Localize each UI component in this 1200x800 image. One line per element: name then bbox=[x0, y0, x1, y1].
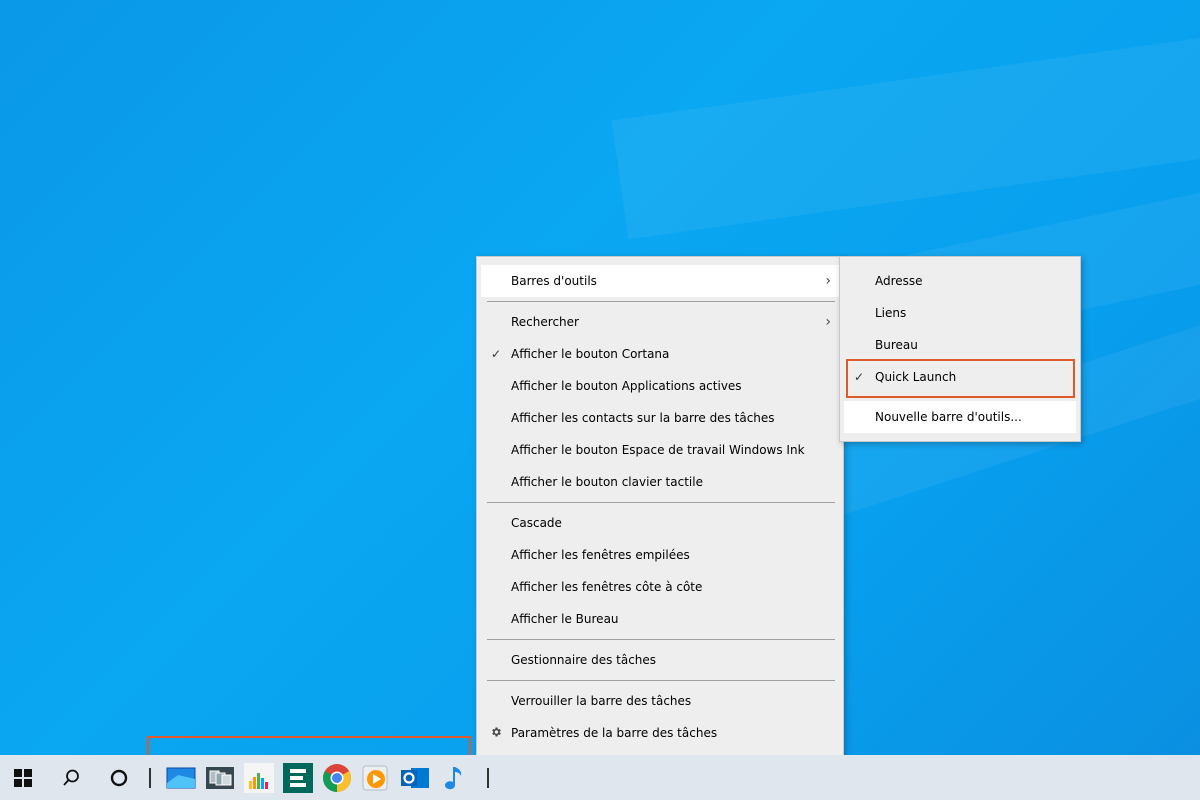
menu-item-label: Rechercher bbox=[511, 315, 579, 329]
taskbar bbox=[0, 755, 1200, 800]
menu-separator bbox=[487, 502, 835, 503]
submenu-item-desktop[interactable]: Bureau bbox=[844, 329, 1076, 361]
menu-item-side-by-side[interactable]: Afficher les fenêtres côte à côte bbox=[481, 571, 839, 603]
menu-item-search[interactable]: Rechercher › bbox=[481, 306, 839, 338]
menu-item-label: Afficher les fenêtres côte à côte bbox=[511, 580, 703, 594]
submenu-item-links[interactable]: Liens bbox=[844, 297, 1076, 329]
menu-item-label: Paramètres de la barre des tâches bbox=[511, 726, 718, 740]
menu-item-label: Gestionnaire des tâches bbox=[511, 653, 657, 667]
menu-item-show-contacts[interactable]: Afficher les contacts sur la barre des t… bbox=[481, 402, 839, 434]
chrome-icon[interactable] bbox=[322, 763, 352, 793]
e-app-icon[interactable] bbox=[283, 763, 313, 793]
submenu-item-label: Bureau bbox=[875, 338, 918, 352]
menu-separator bbox=[487, 639, 835, 640]
menu-item-label: Barres d'outils bbox=[511, 274, 597, 288]
menu-item-label: Afficher le bouton Espace de travail Win… bbox=[511, 443, 805, 457]
cortana-icon[interactable] bbox=[96, 755, 142, 800]
menu-item-label: Afficher le Bureau bbox=[511, 612, 619, 626]
chevron-right-icon: › bbox=[825, 273, 831, 289]
gear-icon bbox=[489, 726, 503, 741]
chevron-right-icon: › bbox=[825, 314, 831, 330]
menu-item-label: Afficher le bouton Cortana bbox=[511, 347, 670, 361]
taskbar-context-menu: Barres d'outils › Rechercher › ✓ Affiche… bbox=[476, 256, 844, 756]
menu-separator bbox=[487, 301, 835, 302]
show-desktop-icon[interactable] bbox=[166, 763, 196, 793]
menu-item-toolbars[interactable]: Barres d'outils › bbox=[481, 265, 839, 297]
wallpaper-light-ray bbox=[611, 0, 1200, 240]
menu-item-label: Afficher les contacts sur la barre des t… bbox=[511, 411, 775, 425]
menu-item-cascade[interactable]: Cascade bbox=[481, 507, 839, 539]
switch-windows-icon[interactable] bbox=[205, 763, 235, 793]
menu-item-show-desktop[interactable]: Afficher le Bureau bbox=[481, 603, 839, 635]
outlook-icon[interactable] bbox=[400, 763, 430, 793]
menu-item-lock-taskbar[interactable]: Verrouiller la barre des tâches bbox=[481, 685, 839, 717]
menu-item-label: Afficher le bouton Applications actives bbox=[511, 379, 742, 393]
menu-item-show-touch-keyboard[interactable]: Afficher le bouton clavier tactile bbox=[481, 466, 839, 498]
menu-item-task-manager[interactable]: Gestionnaire des tâches bbox=[481, 644, 839, 676]
menu-item-show-task-view[interactable]: Afficher le bouton Applications actives bbox=[481, 370, 839, 402]
audio-equalizer-icon[interactable] bbox=[244, 763, 274, 793]
menu-item-label: Afficher le bouton clavier tactile bbox=[511, 475, 703, 489]
media-player-icon[interactable] bbox=[361, 763, 391, 793]
menu-item-label: Verrouiller la barre des tâches bbox=[511, 694, 692, 708]
menu-item-show-windows-ink[interactable]: Afficher le bouton Espace de travail Win… bbox=[481, 434, 839, 466]
submenu-item-label: Adresse bbox=[875, 274, 923, 288]
menu-separator bbox=[487, 680, 835, 681]
menu-item-taskbar-settings[interactable]: Paramètres de la barre des tâches bbox=[481, 717, 839, 749]
submenu-item-label: Nouvelle barre d'outils... bbox=[875, 410, 1022, 424]
windows-start-icon[interactable] bbox=[0, 755, 46, 800]
submenu-item-label: Liens bbox=[875, 306, 907, 320]
toolbar-divider[interactable] bbox=[149, 768, 151, 788]
toolbar-divider[interactable] bbox=[487, 768, 489, 788]
submenu-item-new-toolbar[interactable]: Nouvelle barre d'outils... bbox=[844, 401, 1076, 433]
music-note-icon[interactable] bbox=[439, 763, 469, 793]
toolbars-submenu: Adresse Liens Bureau ✓ Quick Launch Nouv… bbox=[839, 256, 1081, 442]
menu-item-stacked-windows[interactable]: Afficher les fenêtres empilées bbox=[481, 539, 839, 571]
quick-launch-highlight-box bbox=[846, 359, 1075, 398]
menu-item-show-cortana[interactable]: ✓ Afficher le bouton Cortana bbox=[481, 338, 839, 370]
menu-item-label: Cascade bbox=[511, 516, 562, 530]
checkmark-icon: ✓ bbox=[490, 347, 502, 361]
search-icon[interactable] bbox=[48, 755, 94, 800]
submenu-item-address[interactable]: Adresse bbox=[844, 265, 1076, 297]
menu-item-label: Afficher les fenêtres empilées bbox=[511, 548, 690, 562]
